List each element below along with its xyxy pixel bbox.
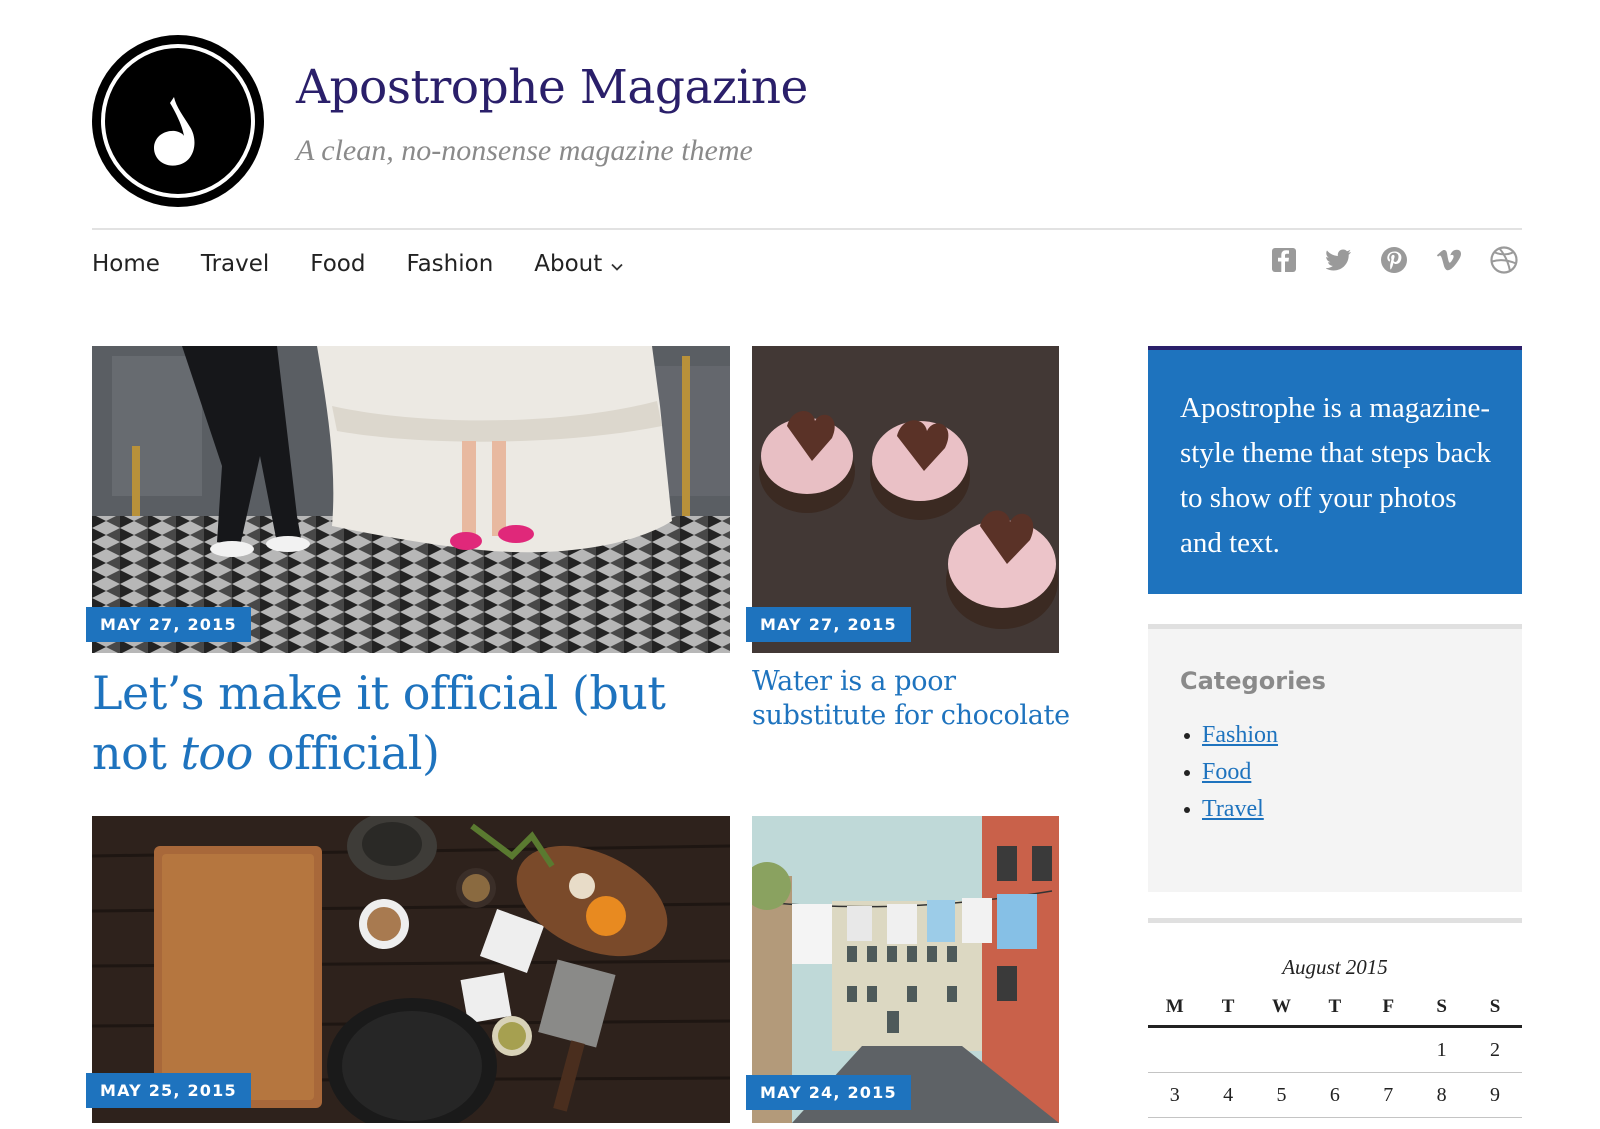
main-nav: Home Travel Food Fashion About	[92, 246, 664, 282]
category-link-fashion[interactable]: Fashion	[1180, 717, 1490, 754]
nav-label: Home	[92, 251, 160, 277]
nav-item-food[interactable]: Food	[310, 246, 365, 282]
calendar-day: 3	[1169, 1083, 1180, 1106]
category-label: Food	[1202, 759, 1252, 785]
header-divider	[92, 228, 1522, 230]
category-label: Fashion	[1202, 722, 1279, 748]
calendar-widget: M T W T F S S 1 2 3 4 5 6 7 8 9	[1148, 988, 1522, 1118]
nav-label: Food	[310, 251, 366, 277]
weekday-header: W	[1271, 995, 1291, 1017]
calendar-day: 8	[1436, 1083, 1447, 1106]
post-title-link[interactable]: Water is a poor substitute for chocolate	[752, 665, 1072, 733]
category-label: Travel	[1202, 796, 1264, 822]
categories-list: Fashion Food Travel	[1180, 717, 1490, 828]
facebook-icon[interactable]	[1268, 244, 1300, 276]
site-title[interactable]: Apostrophe Magazine	[296, 60, 808, 115]
categories-title: Categories	[1180, 667, 1326, 695]
site-tagline: A clean, no-nonsense magazine theme	[296, 134, 753, 167]
calendar-day: 6	[1329, 1083, 1340, 1106]
calendar-header-row: M T W T F S S	[1148, 988, 1522, 1028]
nav-item-travel[interactable]: Travel	[201, 246, 269, 282]
post-title-link[interactable]: Let’s make it official (but not too offi…	[92, 663, 692, 783]
post-title-emphasis: too	[180, 726, 253, 780]
chevron-down-icon	[611, 247, 623, 281]
category-link-food[interactable]: Food	[1180, 754, 1490, 791]
post-date-badge[interactable]: MAY 24, 2015	[746, 1075, 911, 1110]
vimeo-icon[interactable]	[1433, 244, 1465, 276]
nav-label: Travel	[200, 251, 270, 277]
post-date-badge[interactable]: MAY 27, 2015	[86, 607, 251, 642]
weekday-header: S	[1436, 995, 1447, 1017]
dribbble-icon[interactable]	[1488, 244, 1520, 276]
weekday-header: T	[1221, 995, 1235, 1017]
social-links	[1268, 244, 1520, 276]
apostrophe-icon	[154, 97, 195, 166]
weekday-header: F	[1382, 995, 1395, 1017]
weekday-header: S	[1489, 995, 1501, 1017]
weekday-header: M	[1165, 995, 1184, 1017]
categories-widget: Categories Fashion Food Travel	[1148, 624, 1522, 892]
calendar-day: 9	[1490, 1083, 1501, 1106]
nav-item-fashion[interactable]: Fashion	[406, 246, 493, 282]
nav-item-home[interactable]: Home	[92, 246, 160, 282]
weekday-header: T	[1328, 995, 1342, 1017]
nav-label: Fashion	[406, 251, 494, 277]
calendar-divider	[1148, 918, 1522, 923]
calendar-day: 4	[1223, 1083, 1234, 1106]
nav-item-about[interactable]: About	[534, 246, 623, 282]
twitter-icon[interactable]	[1323, 244, 1355, 276]
calendar-week-row: 3 4 5 6 7 8 9	[1148, 1073, 1522, 1118]
calendar-day: 2	[1490, 1038, 1501, 1061]
pinterest-icon[interactable]	[1378, 244, 1410, 276]
calendar-day: 5	[1276, 1083, 1287, 1106]
calendar-day: 1	[1436, 1038, 1447, 1061]
calendar-day: 7	[1383, 1083, 1394, 1106]
post-title-text: official)	[252, 726, 440, 780]
post-date-badge[interactable]: MAY 27, 2015	[746, 607, 911, 642]
calendar-week-row: 1 2	[1148, 1028, 1522, 1073]
nav-label: About	[534, 251, 603, 277]
about-widget: Apostrophe is a magazine-style theme tha…	[1148, 346, 1522, 594]
calendar-caption: August 2015	[1282, 955, 1388, 979]
post-date-badge[interactable]: MAY 25, 2015	[86, 1073, 251, 1108]
site-logo[interactable]	[92, 35, 264, 207]
about-text: Apostrophe is a magazine-style theme tha…	[1180, 392, 1491, 559]
category-link-travel[interactable]: Travel	[1180, 791, 1490, 828]
